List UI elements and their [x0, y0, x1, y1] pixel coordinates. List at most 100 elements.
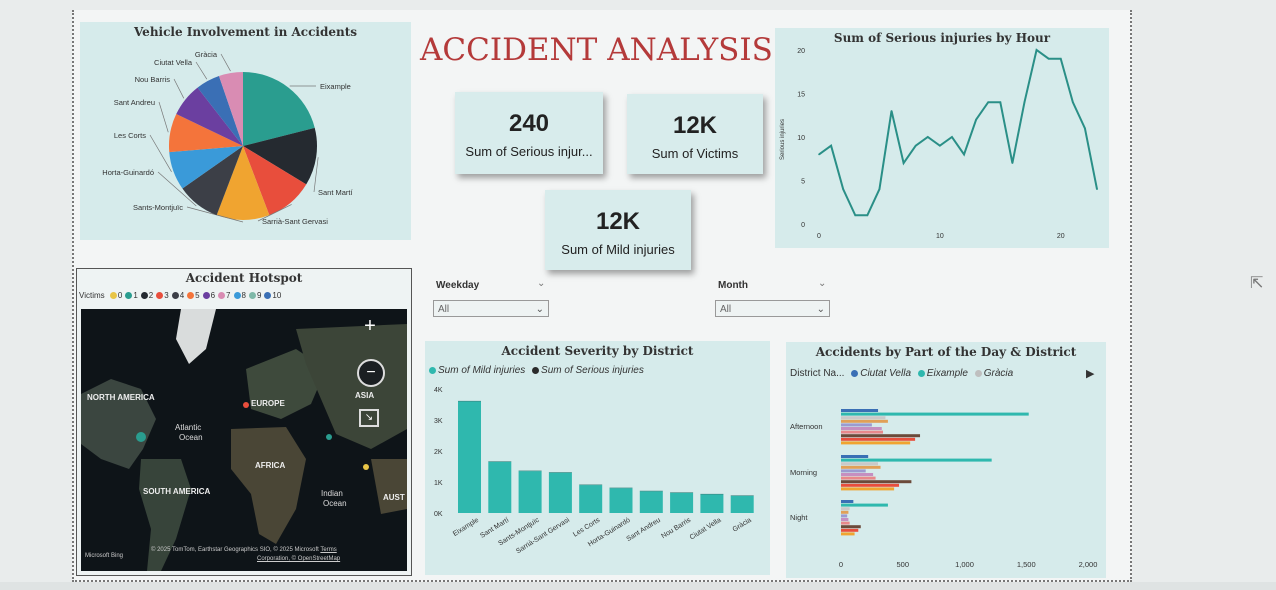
pie-leader-line	[149, 134, 172, 173]
victims-label: Sum of Victims	[651, 146, 739, 161]
y-tick-label: 5	[801, 179, 805, 186]
bar-serious-horta-guinardo	[609, 487, 633, 489]
map-legend-dot	[125, 292, 133, 300]
x-tick-label: 1,000	[955, 560, 974, 569]
bar-afternoon-sant-marti	[841, 434, 921, 438]
map-copyright-text: © 2025 TomTom, Earthstar Geographics SIO…	[151, 547, 319, 553]
y-tick-label: 1K	[434, 480, 443, 487]
map-label-atlantic: Atlantic	[175, 423, 202, 432]
bar-afternoon-ciutat-vella	[841, 409, 879, 412]
bar-serious-ciutat-vella	[700, 493, 724, 495]
map-legend-label: 8	[241, 291, 246, 300]
bar-serious-sant-marti	[488, 461, 512, 462]
part-of-day-panel[interactable]: Accidents by Part of the Day & District …	[786, 342, 1106, 578]
map-select-icon[interactable]: ↘	[359, 409, 379, 427]
pie-chart[interactable]: Eixample Sant Martí Sarrià-Sant Gervasi San…	[80, 22, 411, 240]
victims-card[interactable]: 12K Sum of Victims	[627, 94, 763, 174]
y-tick-label: 3K	[434, 418, 443, 425]
x-tick-label-ciutat-vella: Ciutat Vella	[689, 517, 723, 542]
bar-afternoon-nou-barris	[841, 427, 882, 430]
bar-afternoon-sant-andreu	[841, 430, 883, 434]
bar-night-ciutat-vella	[841, 500, 854, 503]
line-point	[830, 144, 832, 147]
part-of-day-bar-chart[interactable]: Afternoon Morning Night 0 500 1,000 1,500 2,000	[786, 342, 1106, 578]
map-legend-label: 4	[179, 291, 185, 300]
map-legend-dot	[248, 292, 256, 300]
bar-morning-sant-andreu	[841, 476, 876, 480]
line-chart[interactable]: 0 5 10 15 20 0 10 20 Serious injuries	[775, 28, 1109, 248]
pie-leader-line	[195, 61, 208, 80]
line-point	[1096, 188, 1098, 190]
bar-morning-horta-guinardo	[841, 465, 881, 469]
map-label-europe: EUROPE	[251, 399, 285, 408]
bar-serious-sant-andreu	[639, 490, 663, 492]
pie-chart-panel[interactable]: Vehicle Involvement in Accidents Eixampl…	[80, 22, 411, 240]
bar-serious-nou-barris	[670, 492, 694, 493]
map-copyright-line-2[interactable]: Corporation, © OpenStreetMap	[257, 556, 340, 562]
severity-bar-chart[interactable]: 0K1K2K3K4KEixample Sant MartíSants-Montju…	[425, 341, 770, 575]
bar-morning-sarria-sant-gervasi	[841, 487, 895, 491]
line-point	[1011, 162, 1014, 164]
map-legend-dot	[109, 292, 117, 300]
map-legend-dot	[187, 292, 195, 300]
y-axis-label: Serious injuries	[780, 119, 786, 160]
map-legend-label: 3	[164, 291, 169, 300]
serious-injuries-card[interactable]: 240 Sum of Serious injur...	[455, 92, 603, 174]
serious-injuries-label: Sum of Serious injur...	[465, 144, 593, 159]
bar-mild-horta-guinardo	[609, 488, 633, 513]
line-point	[987, 101, 990, 103]
bar-mild-sant-marti	[488, 461, 512, 513]
map-label-africa: AFRICA	[255, 461, 286, 470]
line-point	[926, 136, 929, 138]
pie-label-gracia: Gràcia	[195, 50, 218, 59]
map-legend-dot	[202, 292, 210, 300]
bar-serious-gracia	[730, 495, 754, 496]
chevron-down-icon: ⌄	[816, 304, 825, 315]
line-point	[866, 214, 869, 217]
bar-mild-sants-montjuic	[518, 471, 542, 513]
x-tick-label: 20	[1057, 233, 1065, 240]
map-terms-link[interactable]: Terms	[320, 547, 336, 553]
month-slicer-dropdown[interactable]: All ⌄	[715, 300, 830, 317]
y-tick-label: 0	[801, 222, 805, 229]
map-legend-items: 0 1 2 3 4 5 6 7 8 9 10	[107, 291, 281, 300]
map-title: Accident Hotspot	[185, 271, 303, 285]
weekday-slicer-label: Weekday	[436, 280, 480, 291]
x-tick-label: 0	[839, 560, 843, 569]
x-tick-label-sarria-sant-gervasi: Sarrià-Sant Gervasi	[515, 517, 571, 556]
bar-night-sarria-sant-gervasi	[841, 532, 855, 536]
mild-injuries-card[interactable]: 12K Sum of Mild injuries	[545, 190, 691, 270]
map-legend-dot	[140, 292, 148, 300]
weekday-slicer-collapse-icon[interactable]: ⌄	[537, 278, 545, 289]
accident-hotspot-panel[interactable]: Accident Hotspot Victims 0 1 2 3 4 5 6 7 8 9 10 NO…	[76, 268, 412, 576]
map-legend-label: 10	[272, 291, 282, 300]
bar-night-sant-andreu	[841, 521, 850, 525]
zoom-out-button[interactable]: −	[357, 359, 385, 387]
bar-afternoon-eixample	[841, 412, 1029, 416]
line-point	[878, 188, 881, 190]
map-label-south-america: SOUTH AMERICA	[143, 487, 211, 496]
y-tick-label: 0K	[434, 511, 443, 518]
pie-label-les-corts: Les Corts	[114, 131, 146, 140]
line-point	[1059, 57, 1062, 60]
bar-serious-eixample	[458, 400, 481, 402]
pie-label-ciutat-vella: Ciutat Vella	[154, 58, 193, 67]
map-legend-label: 0	[117, 291, 123, 300]
x-tick-label: 2,000	[1079, 560, 1098, 569]
bar-night-nou-barris	[841, 518, 849, 521]
serious-by-hour-panel[interactable]: Sum of Serious injuries by Hour 0 5 10 15 20…	[775, 28, 1109, 248]
zoom-in-button[interactable]: +	[359, 315, 381, 337]
bar-night-gracia	[841, 507, 850, 511]
x-tick-label: 10	[936, 233, 944, 240]
serious-injuries-value: 240	[508, 110, 550, 137]
severity-by-district-panel[interactable]: Accident Severity by District Sum of Mil…	[425, 341, 770, 575]
line-point	[914, 144, 917, 147]
y-tick-label: 2K	[434, 449, 443, 456]
weekday-slicer-dropdown[interactable]: All ⌄	[433, 300, 549, 317]
cursor-icon: ⇱	[1250, 275, 1264, 292]
map-view[interactable]: NORTH AMERICA EUROPE ASIA Atlantic Ocean…	[81, 309, 407, 571]
x-tick-label-nou-barris: Nou Barris	[660, 517, 692, 541]
month-slicer-collapse-icon[interactable]: ⌄	[818, 278, 826, 289]
map-legend-dot	[264, 292, 272, 300]
line-point	[1047, 57, 1050, 60]
